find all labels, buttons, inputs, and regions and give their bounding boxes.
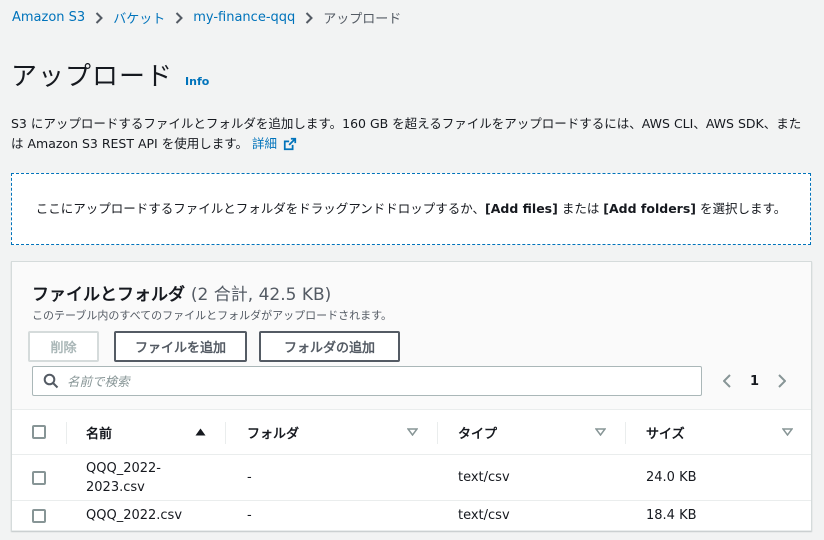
drop-zone-add-files-hint: [Add files]: [485, 201, 558, 216]
files-table: 名前 フォルダ タイプ サイズ QQQ_2022-2023.csv - text…: [12, 410, 811, 531]
panel-count: (2 合計, 42.5 KB): [190, 285, 332, 305]
drop-zone-text: ここにアップロードするファイルとフォルダをドラッグアンドドロップするか、[Add…: [36, 199, 786, 219]
cell-name: QQQ_2022-2023.csv: [86, 460, 161, 495]
row-checkbox[interactable]: [32, 508, 46, 523]
row-select-cell: [32, 455, 46, 500]
learn-more-link[interactable]: 詳細: [252, 134, 297, 154]
breadcrumb-amazon-s3[interactable]: Amazon S3: [12, 10, 85, 25]
column-divider: [225, 422, 226, 444]
cell-name: QQQ_2022.csv: [86, 508, 183, 523]
caret-down-outline-icon[interactable]: [595, 410, 606, 454]
page-description: S3 にアップロードするファイルとフォルダを追加します。160 GB を超えるフ…: [11, 114, 811, 154]
chevron-right-icon: [95, 11, 104, 24]
drop-zone-text-after: を選択します。: [696, 201, 787, 216]
table-row[interactable]: QQQ_2022.csv - text/csv 18.4 KB: [12, 501, 811, 531]
learn-more-label: 詳細: [251, 136, 277, 151]
table-row[interactable]: QQQ_2022-2023.csv - text/csv 24.0 KB: [12, 455, 811, 501]
column-header-name[interactable]: 名前: [86, 410, 112, 454]
caret-down-outline-icon[interactable]: [407, 410, 418, 454]
external-link-icon: [283, 137, 297, 151]
add-files-button[interactable]: ファイルを追加: [114, 331, 247, 362]
panel-title-text: ファイルとフォルダ: [32, 285, 185, 305]
panel-header: ファイルとフォルダ (2 合計, 42.5 KB) このテーブル内のすべてのファ…: [12, 262, 811, 410]
page-header: アップロード Info: [11, 56, 209, 93]
search-icon: [43, 373, 59, 389]
chevron-right-icon: [305, 11, 314, 24]
row-select-cell: [32, 501, 46, 530]
caret-up-icon[interactable]: [195, 410, 206, 454]
chevron-left-icon[interactable]: [720, 374, 734, 388]
pagination: 1: [720, 368, 789, 394]
cell-size: 24.0 KB: [646, 470, 697, 485]
cell-size: 18.4 KB: [646, 508, 697, 523]
add-folder-button[interactable]: フォルダの追加: [259, 331, 400, 362]
cell-folder: -: [247, 508, 252, 523]
table-header: 名前 フォルダ タイプ サイズ: [12, 410, 811, 455]
drop-zone[interactable]: ここにアップロードするファイルとフォルダをドラッグアンドドロップするか、[Add…: [11, 173, 811, 245]
column-divider: [437, 422, 438, 444]
column-divider: [66, 422, 67, 444]
remove-button[interactable]: 削除: [28, 331, 99, 362]
drop-zone-text-before: ここにアップロードするファイルとフォルダをドラッグアンドドロップするか、: [35, 201, 486, 216]
cell-type: text/csv: [458, 508, 510, 523]
column-header-size[interactable]: サイズ: [646, 410, 685, 454]
breadcrumb-buckets[interactable]: バケット: [113, 8, 165, 27]
page-title: アップロード: [11, 62, 174, 92]
panel-title: ファイルとフォルダ (2 合計, 42.5 KB): [32, 280, 331, 305]
column-header-type[interactable]: タイプ: [458, 410, 497, 454]
page-number[interactable]: 1: [750, 374, 759, 389]
cell-folder: -: [247, 470, 252, 485]
description-text: S3 にアップロードするファイルとフォルダを追加します。160 GB を超えるフ…: [11, 116, 802, 151]
files-and-folders-panel: ファイルとフォルダ (2 合計, 42.5 KB) このテーブル内のすべてのファ…: [11, 261, 812, 531]
info-link[interactable]: Info: [185, 75, 209, 88]
select-all-cell: [32, 410, 46, 454]
drop-zone-text-middle: または: [557, 201, 604, 216]
breadcrumb-bucket-name[interactable]: my-finance-qqq: [193, 10, 295, 25]
chevron-right-icon[interactable]: [775, 374, 789, 388]
drop-zone-add-folders-hint: [Add folders]: [603, 201, 696, 216]
breadcrumb: Amazon S3 バケット my-finance-qqq アップロード: [12, 8, 401, 27]
breadcrumb-current: アップロード: [323, 12, 402, 27]
panel-subtitle: このテーブル内のすべてのファイルとフォルダがアップロードされます。: [32, 309, 393, 322]
search-field[interactable]: [32, 366, 702, 396]
caret-down-outline-icon[interactable]: [782, 410, 793, 454]
row-checkbox[interactable]: [32, 470, 46, 485]
chevron-right-icon: [175, 11, 184, 24]
cell-type: text/csv: [458, 470, 510, 485]
column-divider: [625, 422, 626, 444]
column-header-folder[interactable]: フォルダ: [247, 410, 299, 454]
search-input[interactable]: [67, 373, 667, 389]
select-all-checkbox[interactable]: [32, 425, 46, 439]
